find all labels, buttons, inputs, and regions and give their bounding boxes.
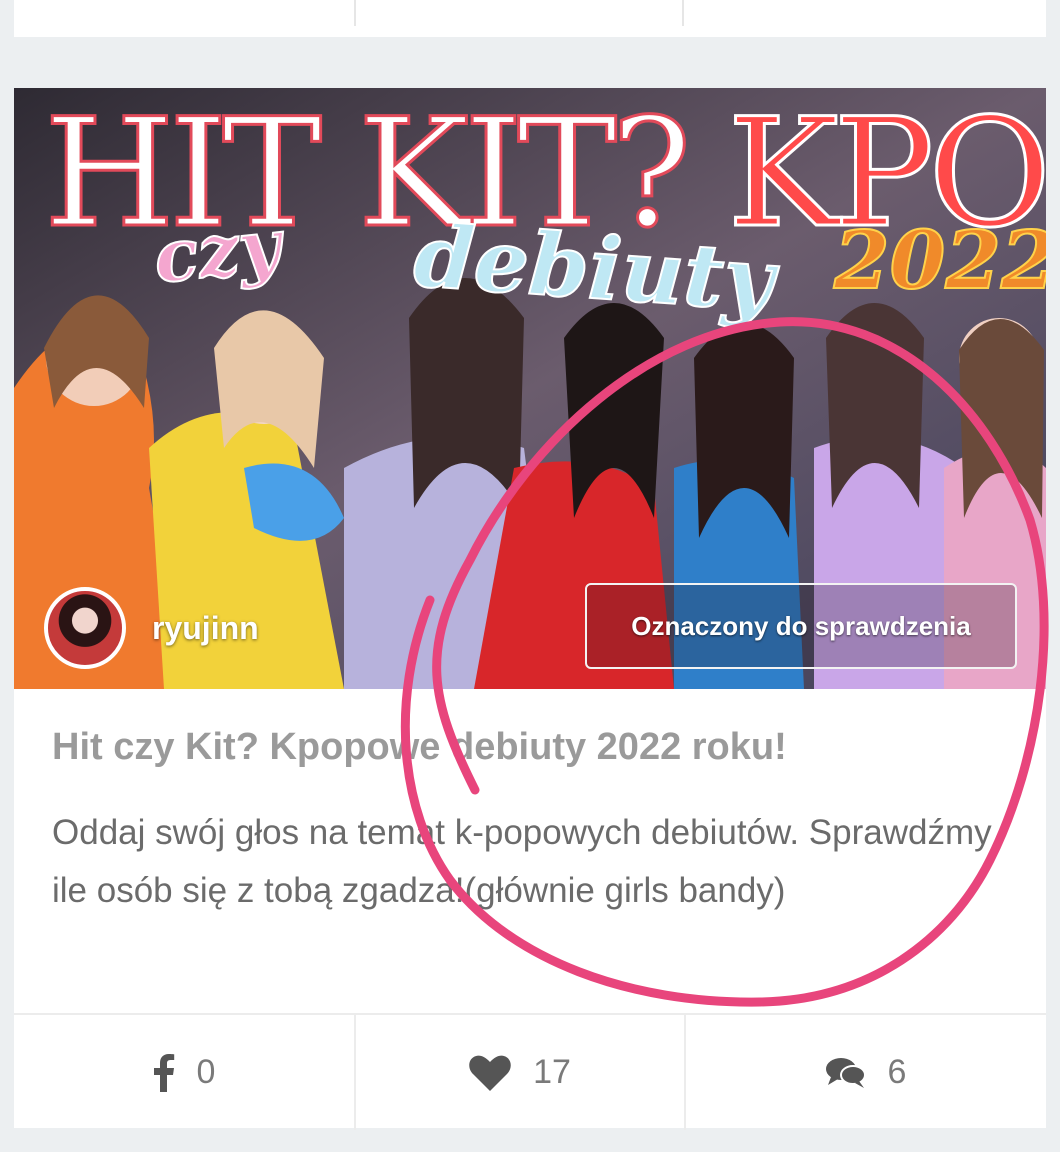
flagged-for-review-badge: Oznaczony do sprawdzenia [585,583,1017,669]
post-stats-bar: 0 17 6 [14,1013,1046,1130]
headline-script-year: 2022 [833,212,1046,308]
share-count: 0 [196,1053,216,1091]
previous-card [14,0,1046,37]
share-button[interactable]: 0 [14,1015,354,1130]
like-button[interactable]: 17 [354,1015,686,1130]
like-count: 17 [533,1053,571,1091]
post-card[interactable]: HIT KIT? KPOPOWE czy debiuty 2022 ryujin… [14,88,1046,1130]
divider [354,0,356,26]
post-title[interactable]: Hit czy Kit? Kpopowe debiuty 2022 roku! [52,721,1032,773]
badge-label: Oznaczony do sprawdzenia [631,610,971,641]
comment-count: 6 [887,1053,907,1091]
author-name[interactable]: ryujinn [152,610,259,647]
divider [682,0,684,26]
post-description: Oddaj swój głos na temat k-popowych debi… [52,813,992,910]
author[interactable]: ryujinn [44,587,259,669]
post-thumbnail[interactable]: HIT KIT? KPOPOWE czy debiuty 2022 ryujin… [14,88,1046,689]
comments-button[interactable]: 6 [686,1015,1046,1130]
facebook-icon [153,1053,175,1092]
headline-script-czy: czy [149,201,286,301]
avatar[interactable] [44,587,126,669]
heart-icon [469,1055,511,1091]
comments-icon [825,1057,866,1089]
